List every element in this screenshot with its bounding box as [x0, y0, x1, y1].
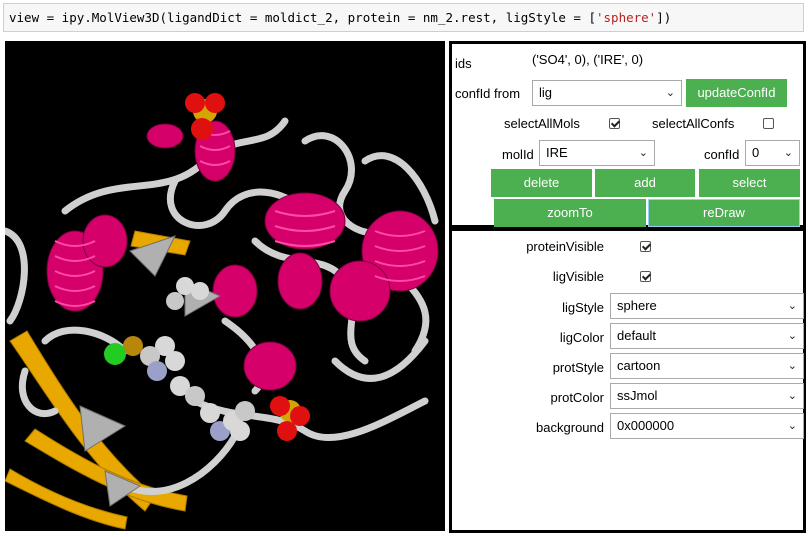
lig-color-value: default: [617, 328, 657, 343]
chevron-down-icon: ⌄: [638, 147, 648, 159]
chevron-down-icon: ⌄: [783, 147, 793, 159]
background-label: background: [536, 420, 604, 435]
add-button[interactable]: add: [595, 169, 695, 197]
code-suffix: ]): [656, 10, 672, 25]
prot-color-value: ssJmol: [617, 388, 658, 403]
select-button[interactable]: select: [699, 169, 800, 197]
prot-color-label: protColor: [550, 390, 604, 405]
chevron-down-icon: ⌄: [787, 330, 797, 342]
delete-button[interactable]: delete: [491, 169, 592, 197]
chevron-down-icon: ⌄: [787, 360, 797, 372]
update-confid-button[interactable]: updateConfId: [686, 79, 787, 107]
molecule-3d-viewer[interactable]: [5, 41, 445, 531]
alpha-helix: [329, 260, 391, 322]
code-text: view = ipy.MolView3D(ligandDict = moldic…: [9, 10, 596, 25]
lig-visible-label: ligVisible: [552, 269, 604, 284]
ligand-control-panel: ids ('SO4', 0), ('IRE', 0) confId from l…: [449, 41, 806, 228]
chevron-down-icon: ⌄: [787, 420, 797, 432]
lig-color-label: ligColor: [559, 330, 604, 345]
confid-value: 0: [752, 145, 760, 160]
select-all-confs-label: selectAllConfs: [652, 116, 735, 131]
protein-visible-label: proteinVisible: [526, 239, 604, 254]
molid-value: IRE: [546, 145, 568, 160]
prot-color-select[interactable]: ssJmol ⌄: [610, 383, 804, 409]
background-value: 0x000000: [617, 418, 675, 433]
alpha-helix: [277, 252, 323, 310]
protein-visible-checkbox[interactable]: [640, 241, 651, 252]
molid-label: molId: [502, 147, 534, 162]
lig-visible-checkbox[interactable]: [640, 271, 651, 282]
select-all-mols-label: selectAllMols: [504, 116, 580, 131]
alpha-helix: [146, 123, 184, 149]
lig-color-select[interactable]: default ⌄: [610, 323, 804, 349]
alpha-helix: [212, 264, 258, 318]
confid-from-value: lig: [539, 85, 553, 100]
prot-style-value: cartoon: [617, 358, 661, 373]
confid-from-label: confId from: [455, 86, 521, 101]
ids-value: ('SO4', 0), ('IRE', 0): [532, 52, 644, 67]
chevron-down-icon: ⌄: [665, 87, 675, 99]
lig-style-select[interactable]: sphere ⌄: [610, 293, 804, 319]
prot-style-label: protStyle: [552, 360, 604, 375]
chevron-down-icon: ⌄: [787, 390, 797, 402]
code-string: 'sphere': [596, 10, 657, 25]
confid-from-select[interactable]: lig ⌄: [532, 80, 682, 106]
confid-label: confId: [704, 147, 740, 162]
redraw-button[interactable]: reDraw: [648, 199, 800, 227]
view-settings-panel: proteinVisible ligVisible ligStyle spher…: [449, 228, 806, 533]
protein-cartoon-render: [5, 41, 445, 531]
code-cell[interactable]: view = ipy.MolView3D(ligandDict = moldic…: [3, 3, 804, 32]
ids-label: ids: [455, 56, 472, 71]
background-select[interactable]: 0x000000 ⌄: [610, 413, 804, 439]
select-all-mols-checkbox[interactable]: [609, 118, 620, 129]
lig-style-label: ligStyle: [562, 300, 604, 315]
alpha-helix: [243, 341, 297, 391]
prot-style-select[interactable]: cartoon ⌄: [610, 353, 804, 379]
zoomto-button[interactable]: zoomTo: [494, 199, 646, 227]
lig-style-value: sphere: [617, 298, 657, 313]
chevron-down-icon: ⌄: [787, 300, 797, 312]
select-all-confs-checkbox[interactable]: [763, 118, 774, 129]
confid-select[interactable]: 0 ⌄: [745, 140, 800, 166]
molid-select[interactable]: IRE ⌄: [539, 140, 655, 166]
